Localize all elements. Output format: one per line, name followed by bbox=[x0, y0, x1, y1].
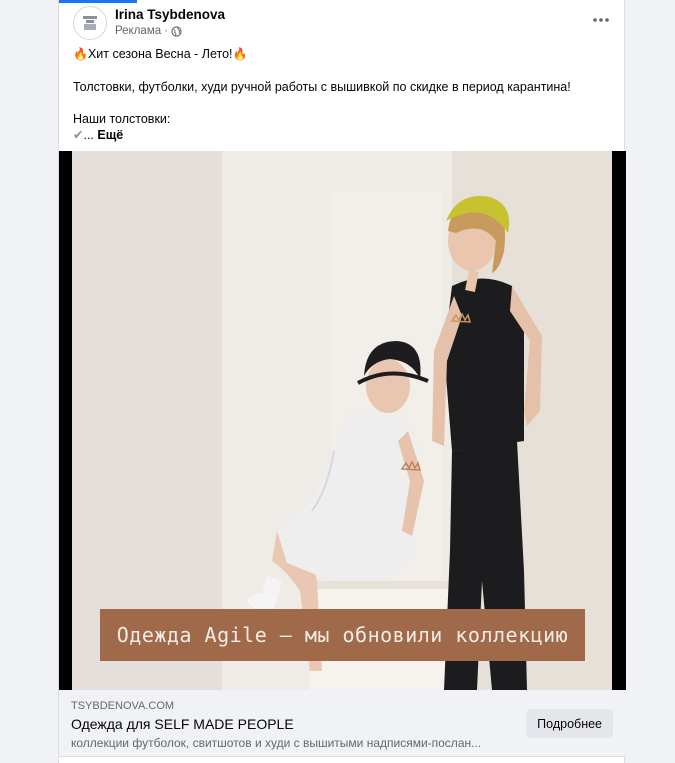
link-domain: TSYBDENOVA.COM bbox=[71, 700, 175, 712]
link-title[interactable]: Одежда для SELF MADE PEOPLE bbox=[71, 716, 294, 732]
headline-text: Хит сезона Весна - Лето! bbox=[87, 47, 233, 61]
divider bbox=[59, 756, 626, 757]
post-header: Irina Tsybdenova Реклама · bbox=[73, 6, 613, 42]
more-options-button[interactable] bbox=[589, 10, 613, 30]
ad-post-card: Irina Tsybdenova Реклама · 🔥Хит сезона В… bbox=[58, 0, 626, 763]
more-horizontal-icon bbox=[593, 18, 609, 22]
post-text-line-4: ✔... Ещё bbox=[73, 127, 123, 143]
sponsored-label[interactable]: Реклама bbox=[115, 25, 161, 37]
learn-more-button[interactable]: Подробнее bbox=[526, 709, 613, 738]
brand-logo-icon bbox=[83, 16, 97, 30]
post-text-line-2: Толстовки, футболки, худи ручной работы … bbox=[73, 80, 571, 94]
product-photo: Одежда Agile — мы обновили коллекцию bbox=[72, 151, 612, 690]
post-text-line-1: 🔥Хит сезона Весна - Лето!🔥 bbox=[73, 46, 247, 62]
fire-icon: 🔥 bbox=[232, 47, 248, 61]
ad-media[interactable]: Одежда Agile — мы обновили коллекцию bbox=[59, 151, 626, 690]
see-more-link[interactable]: Ещё bbox=[97, 128, 123, 142]
ellipsis-text: ... bbox=[83, 128, 98, 142]
globe-icon bbox=[171, 25, 182, 37]
meta-separator: · bbox=[164, 25, 168, 37]
promo-banner: Одежда Agile — мы обновили коллекцию bbox=[100, 609, 585, 661]
post-meta: Реклама · bbox=[115, 25, 182, 37]
checkmark-icon: ✔ bbox=[73, 128, 84, 142]
fire-icon: 🔥 bbox=[73, 47, 88, 61]
link-description: коллекции футболок, свитшотов и худи с в… bbox=[71, 736, 482, 750]
feed-accent-bar bbox=[59, 0, 137, 3]
post-text-line-3: Наши толстовки: bbox=[73, 112, 171, 126]
page-name[interactable]: Irina Tsybdenova bbox=[115, 7, 225, 22]
avatar[interactable] bbox=[73, 6, 107, 40]
link-preview[interactable]: TSYBDENOVA.COM Одежда для SELF MADE PEOP… bbox=[59, 690, 626, 756]
